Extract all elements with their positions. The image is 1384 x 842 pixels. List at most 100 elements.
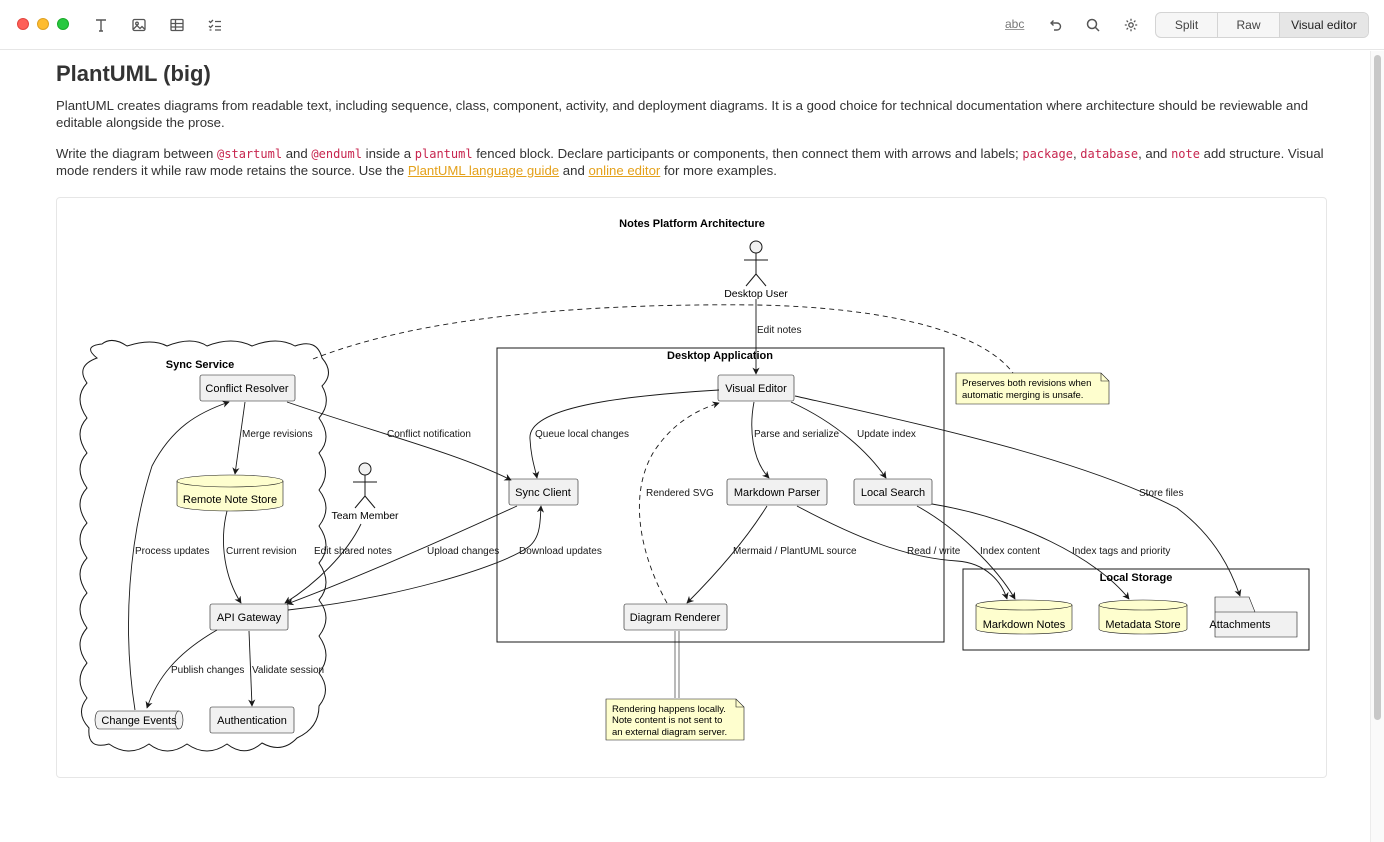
change-events-label: Change Events xyxy=(101,715,177,727)
inline-code: database xyxy=(1080,147,1139,161)
minimize-window-button[interactable] xyxy=(37,18,49,30)
diagram-svg: Notes Platform Architecture Sync Service… xyxy=(79,218,1310,752)
inline-code: plantuml xyxy=(414,147,473,161)
conflict-resolver-box[interactable]: Conflict Resolver xyxy=(199,374,296,402)
label-conflict-notification: Conflict notification xyxy=(387,429,471,440)
conflict-resolver-label: Conflict Resolver xyxy=(205,383,288,395)
team-member-actor xyxy=(353,462,377,509)
view-mode-switch: Split Raw Visual editor xyxy=(1155,12,1369,38)
text-span: , and xyxy=(1138,146,1172,161)
attachments-label: Attachments xyxy=(1209,619,1271,631)
plantuml-guide-link[interactable]: PlantUML language guide xyxy=(408,163,559,178)
label-index-content: Index content xyxy=(980,546,1040,557)
gear-icon[interactable] xyxy=(1120,14,1142,36)
table-icon[interactable] xyxy=(166,14,188,36)
text-span: and xyxy=(559,162,589,178)
inline-code: @startuml xyxy=(217,147,283,161)
label-merge-revisions: Merge revisions xyxy=(242,429,313,440)
edge-parse-and-serialize xyxy=(751,401,770,479)
metadata-store-label: Metadata Store xyxy=(1105,619,1180,631)
spellcheck-toggle[interactable]: abc xyxy=(1005,17,1024,31)
local-storage-label: Local Storage xyxy=(1100,572,1173,584)
sync-client-label: Sync Client xyxy=(515,487,571,499)
paragraph-usage: Write the diagram between @startuml and … xyxy=(56,146,1328,179)
text-span: and xyxy=(282,146,312,161)
label-edit-notes: Edit notes xyxy=(757,325,801,336)
inline-code: note xyxy=(1171,147,1200,161)
diagram-renderer-label: Diagram Renderer xyxy=(630,612,721,624)
label-index-tags-priority: Index tags and priority xyxy=(1072,546,1170,557)
toolbar: abc Split Raw Visual editor xyxy=(0,0,1384,50)
render-note-line-1: Rendering happens locally. xyxy=(612,704,726,715)
document-title: PlantUML (big) xyxy=(56,61,211,86)
text-format-icon[interactable] xyxy=(90,14,112,36)
remote-note-store-db[interactable]: Remote Note Store xyxy=(176,474,284,512)
merge-note-line-2: automatic merging is unsafe. xyxy=(962,390,1083,401)
scrollbar-thumb[interactable] xyxy=(1374,55,1381,720)
mode-visual-editor-button[interactable]: Visual editor xyxy=(1280,13,1368,37)
label-publish-changes: Publish changes xyxy=(171,665,244,676)
label-current-revision: Current revision xyxy=(226,546,297,557)
label-validate-session: Validate session xyxy=(252,665,324,676)
plantuml-diagram: Notes Platform Architecture Sync Service… xyxy=(56,197,1327,778)
authentication-box[interactable]: Authentication xyxy=(209,706,295,734)
mode-split-button[interactable]: Split xyxy=(1156,13,1218,37)
label-process-updates: Process updates xyxy=(135,546,210,557)
text-span: for more examples. xyxy=(660,162,777,178)
label-edit-shared-notes: Edit shared notes xyxy=(314,546,392,557)
api-gateway-label: API Gateway xyxy=(217,612,282,624)
label-mermaid-plantuml-source: Mermaid / PlantUML source xyxy=(733,546,857,557)
desktop-user-actor xyxy=(744,240,768,287)
image-icon[interactable] xyxy=(128,14,150,36)
local-search-label: Local Search xyxy=(861,487,925,499)
inline-code: package xyxy=(1022,147,1073,161)
api-gateway-box[interactable]: API Gateway xyxy=(209,603,289,631)
authentication-label: Authentication xyxy=(217,715,287,727)
diagram-renderer-box[interactable]: Diagram Renderer xyxy=(623,603,728,631)
text-span: fenced block. Declare participants or co… xyxy=(472,146,1023,161)
online-editor-link[interactable]: online editor xyxy=(588,163,660,178)
sync-client-box[interactable]: Sync Client xyxy=(508,478,579,506)
undo-icon[interactable] xyxy=(1044,14,1066,36)
edge-rendered-svg xyxy=(638,401,720,604)
markdown-notes-label: Markdown Notes xyxy=(983,619,1066,631)
label-parse-and-serialize: Parse and serialize xyxy=(754,429,839,440)
label-upload-changes: Upload changes xyxy=(427,546,499,557)
markdown-parser-label: Markdown Parser xyxy=(734,487,821,499)
visual-editor-box[interactable]: Visual Editor xyxy=(717,374,795,402)
diagram-title: Notes Platform Architecture xyxy=(619,218,765,230)
app-window: abc Split Raw Visual editor PlantUML (bi… xyxy=(0,0,1384,842)
desktop-user-label: Desktop User xyxy=(724,288,788,300)
visual-editor-label: Visual Editor xyxy=(725,383,787,395)
merge-note-connector xyxy=(312,304,1014,374)
render-note-line-3: an external diagram server. xyxy=(612,727,727,738)
desktop-application-label: Desktop Application xyxy=(667,350,773,362)
attachments-folder[interactable]: Attachments xyxy=(1209,596,1298,638)
merge-note: Preserves both revisions when automatic … xyxy=(955,372,1110,405)
vertical-scrollbar[interactable] xyxy=(1370,51,1384,842)
search-icon[interactable] xyxy=(1082,14,1104,36)
label-rendered-svg: Rendered SVG xyxy=(646,488,714,499)
markdown-notes-db[interactable]: Markdown Notes xyxy=(975,599,1073,635)
team-member-label: Team Member xyxy=(331,510,399,522)
checklist-icon[interactable] xyxy=(204,14,226,36)
inline-code: @enduml xyxy=(311,147,362,161)
render-note: Rendering happens locally. Note content … xyxy=(605,698,745,741)
metadata-store-db[interactable]: Metadata Store xyxy=(1098,599,1188,635)
label-store-files: Store files xyxy=(1139,488,1183,499)
mode-raw-button[interactable]: Raw xyxy=(1218,13,1280,37)
render-note-line-2: Note content is not sent to xyxy=(612,715,722,726)
markdown-parser-box[interactable]: Markdown Parser xyxy=(726,478,828,506)
sync-service-label: Sync Service xyxy=(166,359,235,371)
zoom-window-button[interactable] xyxy=(57,18,69,30)
text-span: inside a xyxy=(361,146,415,161)
local-search-box[interactable]: Local Search xyxy=(853,478,933,506)
edge-download-updates xyxy=(287,505,545,611)
label-read-write: Read / write xyxy=(907,546,961,557)
change-events-queue[interactable]: Change Events xyxy=(94,710,184,730)
label-download-updates: Download updates xyxy=(519,546,602,557)
text-span: Write the diagram between xyxy=(56,146,218,161)
merge-note-line-1: Preserves both revisions when xyxy=(962,378,1091,389)
label-update-index: Update index xyxy=(857,429,916,440)
close-window-button[interactable] xyxy=(17,18,29,30)
